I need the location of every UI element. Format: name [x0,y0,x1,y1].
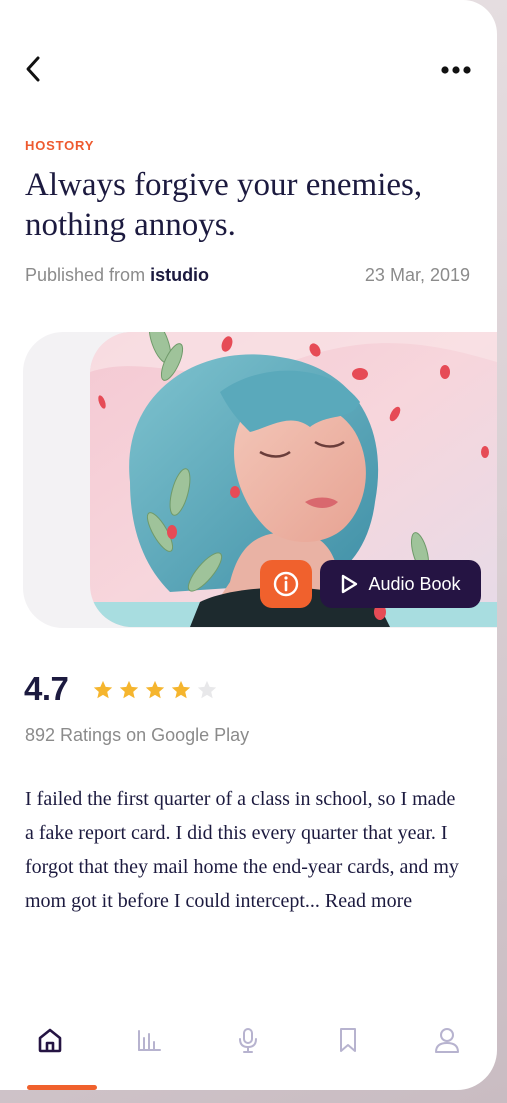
back-button[interactable] [18,52,48,86]
chevron-left-icon [26,56,40,82]
star-empty-icon [197,680,217,699]
nav-bookmark[interactable] [318,1015,378,1065]
nav-active-indicator [27,1085,97,1090]
star-filled-icon [145,680,165,699]
publish-date: 23 Mar, 2019 [364,265,470,285]
published-prefix: Published from [25,265,151,285]
published-line: Published from istudio [25,265,209,286]
profile-icon [435,1028,460,1053]
microphone-icon [239,1028,258,1053]
bookmark-icon [339,1028,356,1052]
article-category: HOSTORY [25,138,95,153]
audio-book-label: Audio Book [368,573,461,594]
audio-book-button[interactable]: Audio Book [320,560,481,608]
star-filled-icon [171,680,191,699]
bottom-navigation [0,1010,497,1070]
rating-value: 4.7 [24,670,69,707]
more-button[interactable] [436,56,476,84]
rating-stars [92,679,218,701]
nav-profile[interactable] [417,1015,477,1065]
more-dots-icon [441,66,471,74]
nav-home[interactable] [20,1015,80,1065]
info-circle-icon [273,571,299,597]
play-outline-icon [342,574,358,594]
article-excerpt: I failed the first quarter of a class in… [25,782,465,918]
nav-stats[interactable] [119,1015,179,1065]
read-more-link[interactable]: Read more [325,890,412,912]
article-title: Always forgive your enemies, nothing ann… [25,167,423,243]
info-button[interactable] [260,560,312,608]
home-icon [38,1028,61,1053]
publisher-name[interactable]: istudio [150,265,209,285]
rating-count: 892 Ratings on Google Play [25,725,250,745]
stats-icon [138,1030,162,1051]
nav-microphone[interactable] [218,1015,278,1065]
star-filled-icon [119,680,139,699]
star-filled-icon [93,680,113,699]
article-meta: Published from istudio 23 Mar, 2019 [25,265,470,286]
article-screen: HOSTORY Always forgive your enemies, not… [0,0,497,1090]
